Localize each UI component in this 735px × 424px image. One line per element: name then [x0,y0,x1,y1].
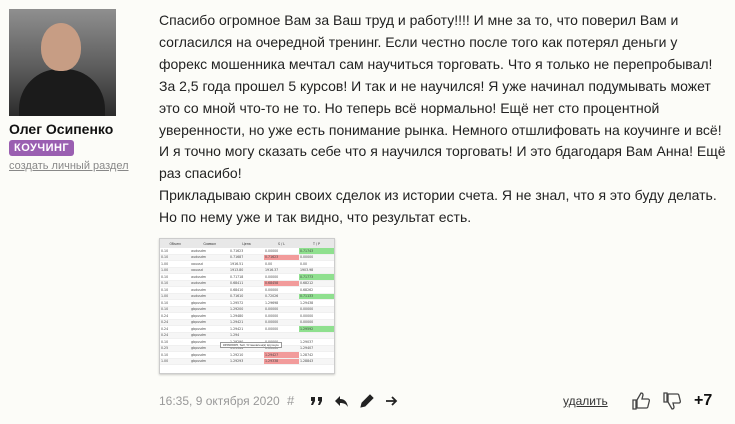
table-cell: 1.00 [160,358,191,365]
comment-paragraph: Прикладываю скрин своих сделок из истори… [159,187,717,226]
table-cell: 1.28843 [298,358,334,365]
quote-icon[interactable] [309,393,325,409]
table-header-cell: S / L [264,239,299,248]
avatar-head [41,23,81,71]
delete-link[interactable]: удалить [563,394,608,408]
create-section-link[interactable]: создать личный раздел [9,160,129,172]
table-header-cell: Цена [229,239,265,248]
comment-footer: 16:35, 9 октября 2020 # удалить +7 [0,392,735,412]
reply-icon[interactable] [334,393,350,409]
comment-paragraph: Спасибо огромное Вам за Ваш труд и работ… [159,12,726,182]
comment-body: Спасибо огромное Вам за Ваш труд и работ… [159,10,729,229]
table-cell: 1.29338 [264,358,299,365]
timestamp[interactable]: 16:35, 9 октября 2020 [159,394,280,408]
avatar-body [19,69,105,116]
coaching-badge[interactable]: КОУЧИНГ [9,140,75,156]
forward-icon[interactable] [384,393,400,409]
table-header-cell: T / P [298,239,334,248]
table-cell: gbpusdm [190,358,230,365]
table-header-row: Объем Символ Цена S / LT / P [160,239,334,248]
table-header-cell: Объем [160,239,191,248]
edit-icon[interactable] [359,393,375,409]
author-name[interactable]: Олег Осипенко [9,121,113,137]
table-cell: 1.29293 [229,358,265,365]
attached-screenshot[interactable]: Объем Символ Цена S / LT / P 0.10 audusdm 0.7… [159,238,335,374]
table-header-cell: Символ [190,239,230,248]
table-row: 1.00 gbpusdm 1.29293 1.29338 1.28843 [160,358,334,365]
thumbs-up-icon[interactable] [631,391,651,411]
thumbs-down-icon[interactable] [662,391,682,411]
permalink-hash[interactable]: # [287,393,294,408]
avatar[interactable] [9,9,116,116]
tooltip: #45606005, Sell, Установлен(а) вручную [220,342,282,348]
rating-score: +7 [694,392,713,409]
